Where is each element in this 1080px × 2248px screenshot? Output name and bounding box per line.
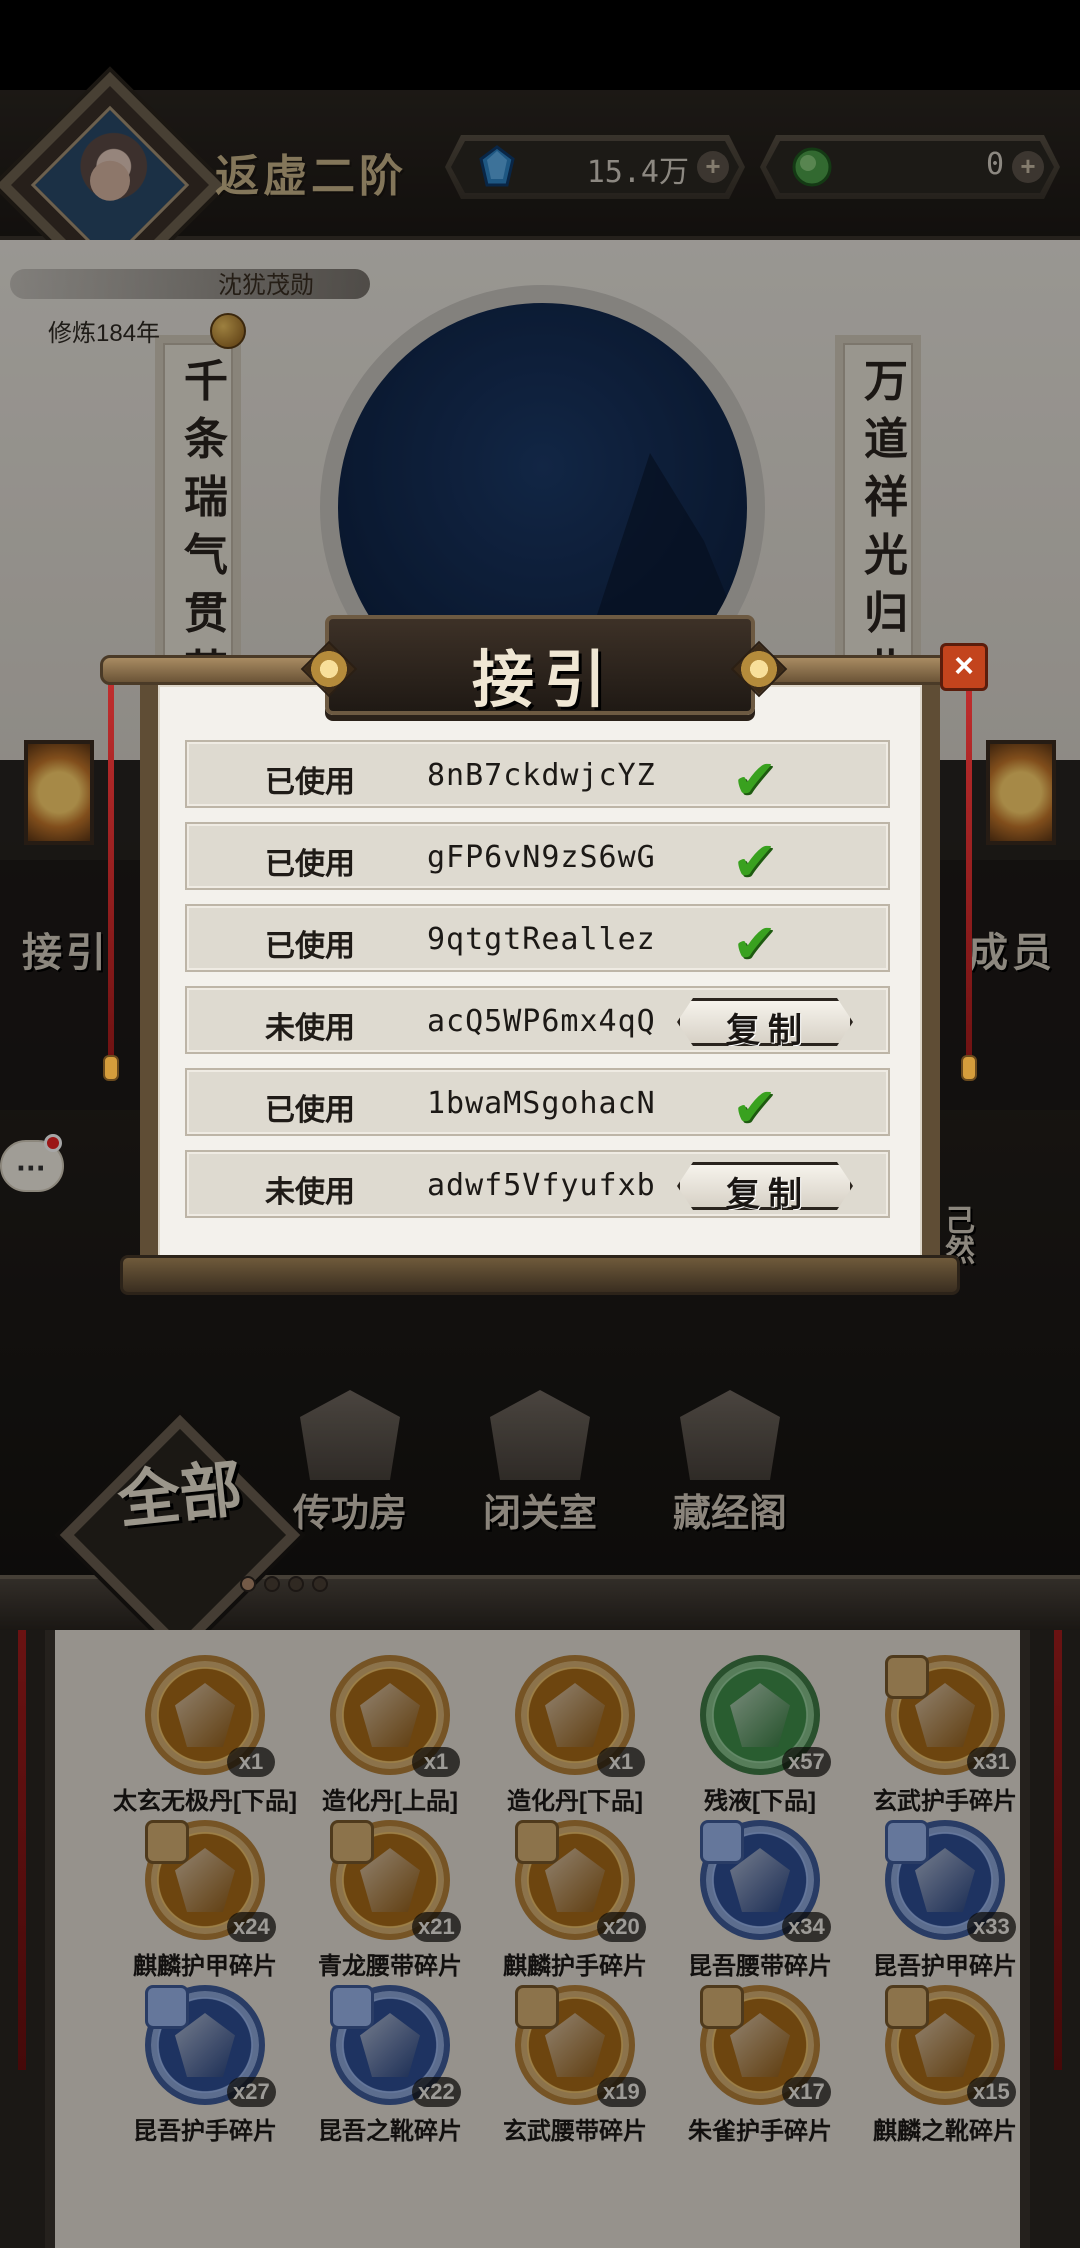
modal-title-plate: 接引 (300, 615, 788, 716)
copy-button[interactable]: 复制 (677, 1162, 853, 1210)
code-status: 已使用 (265, 766, 355, 799)
rope-cap (103, 1055, 119, 1081)
checkmark-icon (732, 830, 786, 893)
code-row: 已使用 8nB7ckdwjcYZ (185, 740, 890, 811)
code-value: 1bwaMSgohacN (427, 1086, 656, 1121)
copy-label: 复制 (726, 1011, 810, 1051)
code-row: 已使用 gFP6vN9zS6wG (185, 822, 890, 893)
code-status: 已使用 (265, 848, 355, 881)
code-value: 8nB7ckdwjcYZ (427, 758, 656, 793)
checkmark-icon (732, 912, 786, 975)
red-rope (108, 680, 114, 1060)
rope-cap (961, 1055, 977, 1081)
code-value: 9qtgtReallez (427, 922, 656, 957)
code-value: acQ5WP6mx4qQ (427, 1004, 656, 1039)
copy-label: 复制 (726, 1175, 810, 1215)
checkmark-icon (732, 1076, 786, 1139)
code-row: 未使用 adwf5Vfyufxb 复制 (185, 1150, 890, 1218)
code-status: 未使用 (265, 1012, 355, 1045)
code-status: 已使用 (265, 1094, 355, 1127)
code-row: 已使用 1bwaMSgohacN (185, 1068, 890, 1139)
modal-title: 接引 (471, 643, 616, 716)
code-value: adwf5Vfyufxb (427, 1168, 656, 1203)
code-row: 已使用 9qtgtReallez (185, 904, 890, 975)
invite-code-modal: 接引 × 已使用 8nB7ckdwjcYZ 已使用 gFP6vN9zS6wG 已… (100, 615, 988, 1305)
code-value: gFP6vN9zS6wG (427, 840, 656, 875)
checkmark-icon (732, 748, 786, 811)
close-button[interactable]: × (940, 643, 988, 691)
code-status: 已使用 (265, 930, 355, 963)
copy-button[interactable]: 复制 (677, 998, 853, 1046)
scroll-bottom-rod (120, 1255, 960, 1295)
code-status: 未使用 (265, 1176, 355, 1209)
red-rope (966, 680, 972, 1060)
code-row: 未使用 acQ5WP6mx4qQ 复制 (185, 986, 890, 1054)
